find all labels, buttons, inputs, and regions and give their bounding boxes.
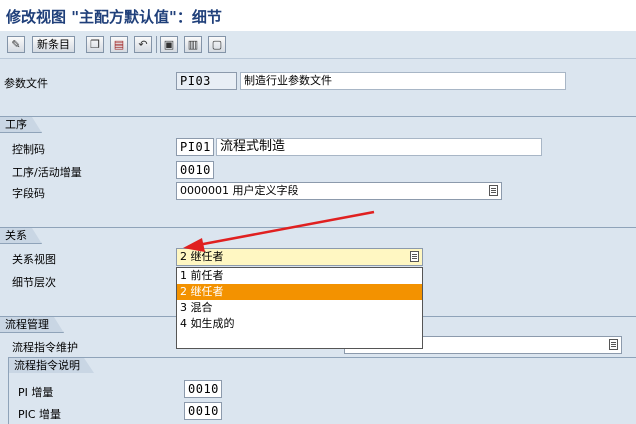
window-title: 修改视图 "主配方默认值"：细节: [6, 8, 222, 26]
new-entries-label: 新条目: [37, 38, 70, 51]
new-entries-button[interactable]: 新条目: [32, 36, 75, 53]
pi-description-title: 流程指令说明: [9, 358, 94, 373]
pi-increment-field[interactable]: 0010: [184, 380, 222, 398]
pic-increment-field[interactable]: 0010: [184, 402, 222, 420]
application-toolbar: ✎ 新条目 ❐ ▤ ↶ ▣ ▥ ▢: [0, 31, 636, 59]
dropdown-option[interactable]: 1 前任者: [177, 268, 422, 284]
process-mgmt-section-title: 流程管理: [0, 317, 64, 333]
relation-view-options-list: 1 前任者 2 继任者 3 混合 4 如生成的: [176, 267, 423, 349]
undo-button[interactable]: ↶: [134, 36, 152, 53]
relation-view-label: 关系视图: [12, 253, 56, 266]
control-key-description: 流程式制造: [216, 138, 542, 156]
pi-increment-label: PI 增量: [18, 386, 54, 399]
tool-separator: [156, 36, 157, 53]
op-increment-field[interactable]: 0010: [176, 161, 214, 179]
op-increment-label: 工序/活动增量: [12, 166, 82, 179]
copy-button[interactable]: ❐: [86, 36, 104, 53]
copy-icon: ❐: [90, 38, 100, 51]
control-key-field[interactable]: PI01: [176, 138, 214, 156]
dropdown-list-icon[interactable]: [489, 185, 498, 196]
operations-section: 工序: [0, 116, 636, 215]
operations-section-title: 工序: [0, 117, 42, 133]
field-key-value: 0000001 用户定义字段: [180, 184, 299, 197]
dropdown-list-icon[interactable]: [609, 339, 618, 350]
deselect-all-icon: ▢: [211, 38, 223, 51]
pi-description-subsection: 流程指令说明: [8, 357, 636, 424]
profile-description: 制造行业参数文件: [240, 72, 566, 90]
dropdown-option[interactable]: 4 如生成的: [177, 316, 422, 332]
detail-level-label: 细节层次: [12, 276, 56, 289]
delete-icon: ▤: [113, 38, 125, 51]
select-all-icon: ▣: [163, 38, 175, 51]
deselect-all-button[interactable]: ▢: [208, 36, 226, 53]
select-block-button[interactable]: ▥: [184, 36, 202, 53]
title-bar: 修改视图 "主配方默认值"：细节: [0, 0, 636, 31]
select-all-button[interactable]: ▣: [160, 36, 178, 53]
relation-view-dropdown[interactable]: 2 继任者: [176, 248, 423, 266]
relation-view-value: 2 继任者: [180, 250, 224, 263]
dropdown-list-icon[interactable]: [410, 251, 419, 262]
profile-label: 参数文件: [4, 77, 48, 90]
select-block-icon: ▥: [187, 38, 199, 51]
edit-toggle-button[interactable]: ✎: [7, 36, 25, 53]
field-key-dropdown[interactable]: 0000001 用户定义字段: [176, 182, 502, 200]
undo-icon: ↶: [138, 38, 148, 51]
delete-button[interactable]: ▤: [110, 36, 128, 53]
pi-maintain-label: 流程指令维护: [12, 341, 78, 354]
pic-increment-label: PIC 增量: [18, 408, 62, 421]
dropdown-option[interactable]: 2 继任者: [177, 284, 422, 300]
dropdown-option[interactable]: 3 混合: [177, 300, 422, 316]
relations-section-title: 关系: [0, 228, 42, 244]
field-key-label: 字段码: [12, 187, 45, 200]
profile-field[interactable]: PI03: [176, 72, 237, 90]
edit-toggle-icon: ✎: [11, 38, 21, 51]
control-key-label: 控制码: [12, 143, 45, 156]
